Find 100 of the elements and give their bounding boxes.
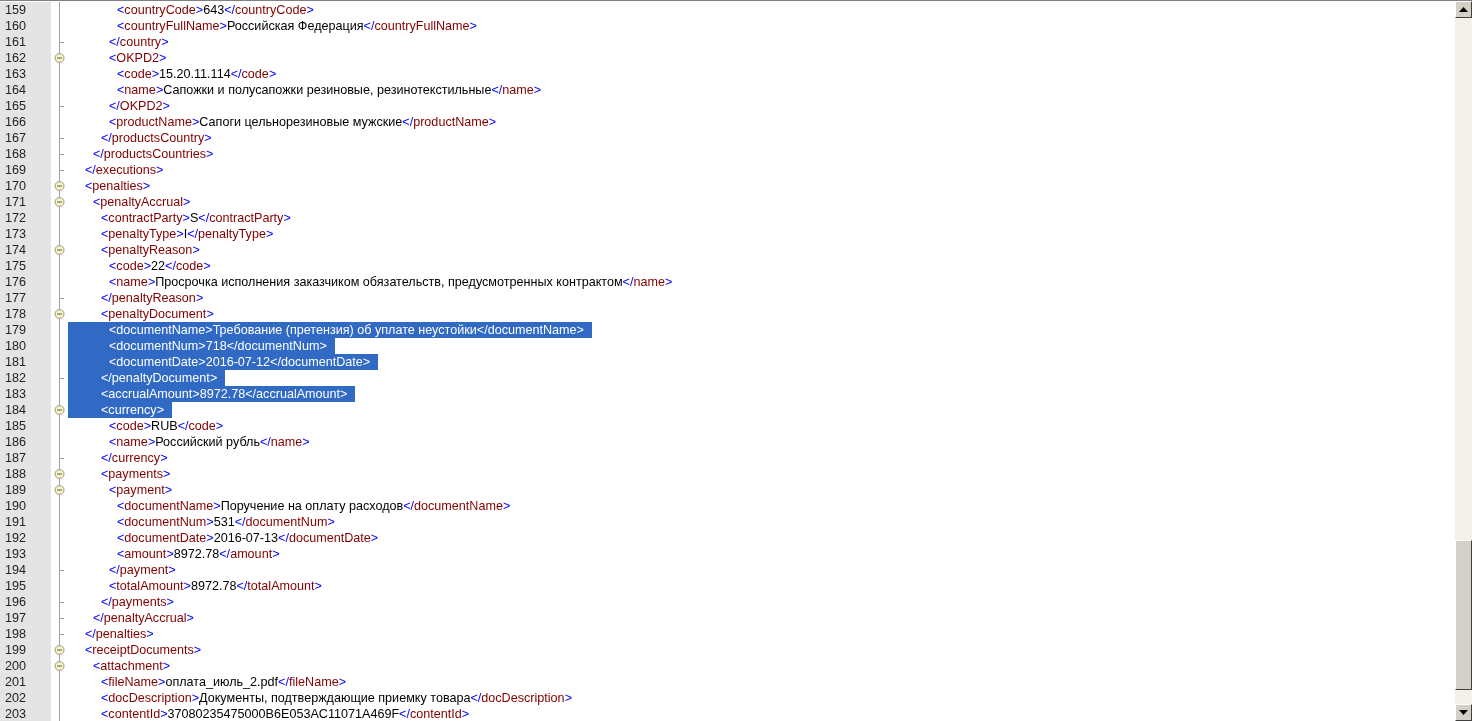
- line-number: 200: [0, 658, 51, 674]
- line-number: 188: [0, 466, 51, 482]
- code-line: <code>15.20.11.114</code>: [116, 66, 278, 82]
- code-line: <fileName>оплата_июль_2.pdf</fileName>: [100, 674, 347, 690]
- code-line: </executions>: [84, 162, 165, 178]
- collapse-icon[interactable]: [54, 405, 65, 415]
- code-line: </payment>: [108, 562, 177, 578]
- code-line: <penaltyType>I</penaltyType>: [100, 226, 275, 242]
- code-line: <name>Сапожки и полусапожки резиновые, резинотекстильные</name>: [116, 82, 543, 98]
- code-line: <countryCode>643</countryCode>: [116, 2, 315, 18]
- line-number: 175: [0, 258, 51, 274]
- code-line: <OKPD2>: [108, 50, 168, 66]
- fold-end-mark: [59, 298, 65, 299]
- code-line: <documentDate>2016-07-13</documentDate>: [116, 530, 380, 546]
- code-line: </OKPD2>: [108, 98, 171, 114]
- line-number: 179: [0, 322, 51, 338]
- line-number: 192: [0, 530, 51, 546]
- collapse-icon[interactable]: [54, 245, 65, 255]
- code-line: <countryFullName>Российская Федерация</countryFullName>: [116, 18, 478, 34]
- line-number: 181: [0, 354, 51, 370]
- line-number: 163: [0, 66, 51, 82]
- collapse-icon[interactable]: [54, 645, 65, 655]
- fold-end-mark: [59, 378, 65, 379]
- line-number: 172: [0, 210, 51, 226]
- code-line: </penaltyAccrual>: [92, 610, 195, 626]
- code-line: <contractParty>S</contractParty>: [100, 210, 292, 226]
- line-number: 182: [0, 370, 51, 386]
- fold-end-mark: [59, 138, 65, 139]
- line-number: 167: [0, 130, 51, 146]
- fold-end-mark: [59, 634, 65, 635]
- fold-end-mark: [59, 42, 65, 43]
- line-number: 166: [0, 114, 51, 130]
- collapse-icon[interactable]: [54, 181, 65, 191]
- collapse-icon[interactable]: [54, 197, 65, 207]
- line-number: 173: [0, 226, 51, 242]
- fold-end-mark: [59, 458, 65, 459]
- line-number: 202: [0, 690, 51, 706]
- code-line: <payments>: [100, 466, 172, 482]
- line-number: 183: [0, 386, 51, 402]
- code-line: </currency>: [100, 450, 169, 466]
- line-number: 190: [0, 498, 51, 514]
- line-number: 195: [0, 578, 51, 594]
- fold-end-mark: [59, 106, 65, 107]
- code-line: </productsCountry>: [100, 130, 213, 146]
- up-arrow-icon: [1459, 7, 1468, 12]
- code-line: <penalties>: [84, 178, 152, 194]
- line-number: 201: [0, 674, 51, 690]
- code-line: </country>: [108, 34, 170, 50]
- fold-end-mark: [59, 154, 65, 155]
- code-line: <totalAmount>8972.78</totalAmount>: [108, 578, 323, 594]
- line-number: 184: [0, 402, 51, 418]
- line-number: 185: [0, 418, 51, 434]
- collapse-icon[interactable]: [54, 53, 65, 63]
- code-line: <name>Просрочка исполнения заказчиком обязательств, предусмотренных контрактом</name>: [108, 274, 674, 290]
- code-line: <penaltyAccrual>: [92, 194, 192, 210]
- line-number: 203: [0, 706, 51, 721]
- scroll-up-button[interactable]: [1455, 1, 1472, 18]
- line-number: 187: [0, 450, 51, 466]
- scroll-down-button[interactable]: [1455, 704, 1472, 721]
- code-line: </penaltyReason>: [100, 290, 205, 306]
- code-line: <docDescription>Документы, подтверждающие приемку товара</docDescription>: [100, 690, 573, 706]
- line-number: 168: [0, 146, 51, 162]
- line-number: 176: [0, 274, 51, 290]
- line-number: 165: [0, 98, 51, 114]
- fold-end-mark: [59, 570, 65, 571]
- line-number: 191: [0, 514, 51, 530]
- fold-end-mark: [59, 170, 65, 171]
- code-line: <penaltyReason>: [100, 242, 201, 258]
- line-number: 170: [0, 178, 51, 194]
- code-line: </penalties>: [84, 626, 155, 642]
- line-number: 199: [0, 642, 51, 658]
- fold-end-mark: [59, 602, 65, 603]
- line-number: 177: [0, 290, 51, 306]
- line-number: 169: [0, 162, 51, 178]
- code-line: </productsCountries>: [92, 146, 215, 162]
- code-line: <productName>Сапоги цельнорезиновые мужские</productName>: [108, 114, 498, 130]
- collapse-icon[interactable]: [54, 661, 65, 671]
- collapse-icon[interactable]: [54, 485, 65, 495]
- code-line: <receiptDocuments>: [84, 642, 203, 658]
- line-number: 197: [0, 610, 51, 626]
- line-number: 194: [0, 562, 51, 578]
- code-line: <name>Российский рубль</name>: [108, 434, 311, 450]
- line-number: 196: [0, 594, 51, 610]
- line-number: 180: [0, 338, 51, 354]
- code-line: <payment>: [108, 482, 174, 498]
- collapse-icon[interactable]: [54, 469, 65, 479]
- code-line: <amount>8972.78</amount>: [116, 546, 281, 562]
- fold-end-mark: [59, 618, 65, 619]
- code-line: <attachment>: [92, 658, 172, 674]
- line-number: 189: [0, 482, 51, 498]
- collapse-icon[interactable]: [54, 309, 65, 319]
- vertical-scrollbar[interactable]: [1455, 1, 1472, 721]
- line-number: 174: [0, 242, 51, 258]
- code-line: <code>RUB</code>: [108, 418, 225, 434]
- code-line: <penaltyDocument>: [100, 306, 215, 322]
- code-line: <documentName>Поручение на оплату расходов</documentName>: [116, 498, 512, 514]
- code-line: <documentNum>531</documentNum>: [116, 514, 336, 530]
- scrollbar-thumb[interactable]: [1455, 540, 1472, 690]
- line-number: 159: [0, 2, 51, 18]
- line-number: 178: [0, 306, 51, 322]
